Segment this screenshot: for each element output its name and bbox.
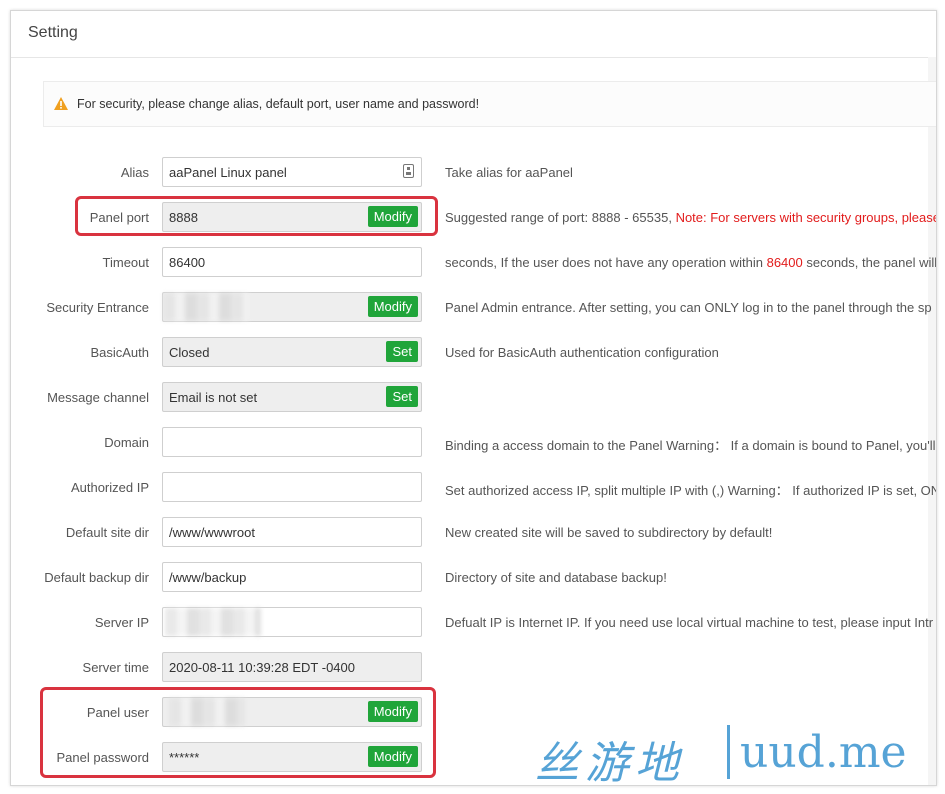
domain-row: Domain Binding a access domain to the Pa… [11,427,936,457]
default-backup-dir-value: /www/backup [169,570,247,585]
message-channel-input[interactable]: Email is not set Set [162,382,422,412]
timeout-desc-text: seconds, If the user does not have any o… [445,255,767,270]
server-time-row: Server time 2020-08-11 10:39:28 EDT -040… [11,652,936,682]
basicauth-desc: Used for BasicAuth authentication config… [445,345,719,360]
alias-row: Alias aaPanel Linux panel Take alias for… [11,157,936,187]
panel-port-desc-text: Suggested range of port: 8888 - 65535, [445,210,676,225]
timeout-label: Timeout [102,255,149,270]
watermark: 丝游地 uud.me [535,725,935,789]
default-backup-dir-input[interactable]: /www/backup [162,562,422,592]
basicauth-row: BasicAuth Closed Set Used for BasicAuth … [11,337,936,367]
setting-panel: Setting For security, please change alia… [10,10,937,786]
authorized-ip-row: Authorized IP Set authorized access IP, … [11,472,936,502]
security-entrance-input[interactable]: Modify [162,292,422,322]
message-channel-row: Message channel Email is not set Set [11,382,936,412]
redacted-value [165,608,261,636]
authorized-ip-label: Authorized IP [70,480,149,495]
watermark-divider [727,725,730,779]
timeout-desc-value: 86400 [766,255,803,270]
timeout-input[interactable]: 86400 [162,247,422,277]
panel-header: Setting [11,11,936,58]
alias-desc: Take alias for aaPanel [445,165,573,180]
notice-text: For security, please change alias, defau… [77,97,480,111]
default-site-dir-row: Default site dir /www/wwwroot New create… [11,517,936,547]
default-backup-dir-row: Default backup dir /www/backup Directory… [11,562,936,592]
default-backup-dir-label: Default backup dir [44,570,149,585]
domain-label: Domain [104,435,149,450]
security-entrance-desc: Panel Admin entrance. After setting, you… [445,300,932,315]
security-entrance-row: Security Entrance Modify Panel Admin ent… [11,292,936,322]
highlight-credentials [40,687,436,778]
basicauth-label: BasicAuth [90,345,149,360]
default-site-dir-input[interactable]: /www/wwwroot [162,517,422,547]
default-site-dir-label: Default site dir [65,525,149,540]
alias-label: Alias [120,165,149,180]
domain-input[interactable] [162,427,422,457]
page-title: Setting [28,24,78,41]
server-time-value: 2020-08-11 10:39:28 EDT -0400 [169,660,355,675]
timeout-desc-tail: seconds, the panel will [802,255,937,270]
server-ip-row: Server IP Defualt IP is Internet IP. If … [11,607,936,637]
alias-value: aaPanel Linux panel [169,165,287,180]
timeout-row: Timeout 86400 seconds, If the user does … [11,247,936,277]
default-site-dir-desc: New created site will be saved to subdir… [445,525,773,540]
server-time-label: Server time [82,660,149,675]
security-entrance-label: Security Entrance [46,300,149,315]
watermark-chinese: 丝游地 [535,738,685,789]
highlight-panel-port [75,196,438,236]
timeout-desc: seconds, If the user does not have any o… [445,255,937,270]
security-entrance-modify-button[interactable]: Modify [367,296,418,317]
panel-port-desc: Suggested range of port: 8888 - 65535, N… [445,210,937,225]
alias-input[interactable]: aaPanel Linux panel [162,157,422,187]
authorized-ip-input[interactable] [162,472,422,502]
warning-icon [54,97,68,110]
message-channel-set-button[interactable]: Set [386,386,418,407]
timeout-value: 86400 [169,255,206,270]
basicauth-input[interactable]: Closed Set [162,337,422,367]
security-notice: For security, please change alias, defau… [43,81,936,127]
authorized-ip-desc: Set authorized access IP, split multiple… [445,483,937,498]
panel-port-desc-note: Note: For servers with security groups, … [675,210,937,225]
watermark-domain: uud.me [740,727,907,778]
message-channel-value: Email is not set [169,390,258,405]
basicauth-value: Closed [169,345,210,360]
server-ip-label: Server IP [94,615,149,630]
domain-desc: Binding a access domain to the Panel War… [445,438,936,453]
message-channel-label: Message channel [47,390,149,405]
default-site-dir-value: /www/wwwroot [169,525,255,540]
basicauth-set-button[interactable]: Set [386,341,418,362]
redacted-value [163,293,249,321]
server-ip-desc: Defualt IP is Internet IP. If you need u… [445,615,934,630]
server-time-field: 2020-08-11 10:39:28 EDT -0400 [162,652,422,682]
server-ip-input[interactable] [162,607,422,637]
default-backup-dir-desc: Directory of site and database backup! [445,570,667,585]
clipboard-icon[interactable] [403,164,414,178]
